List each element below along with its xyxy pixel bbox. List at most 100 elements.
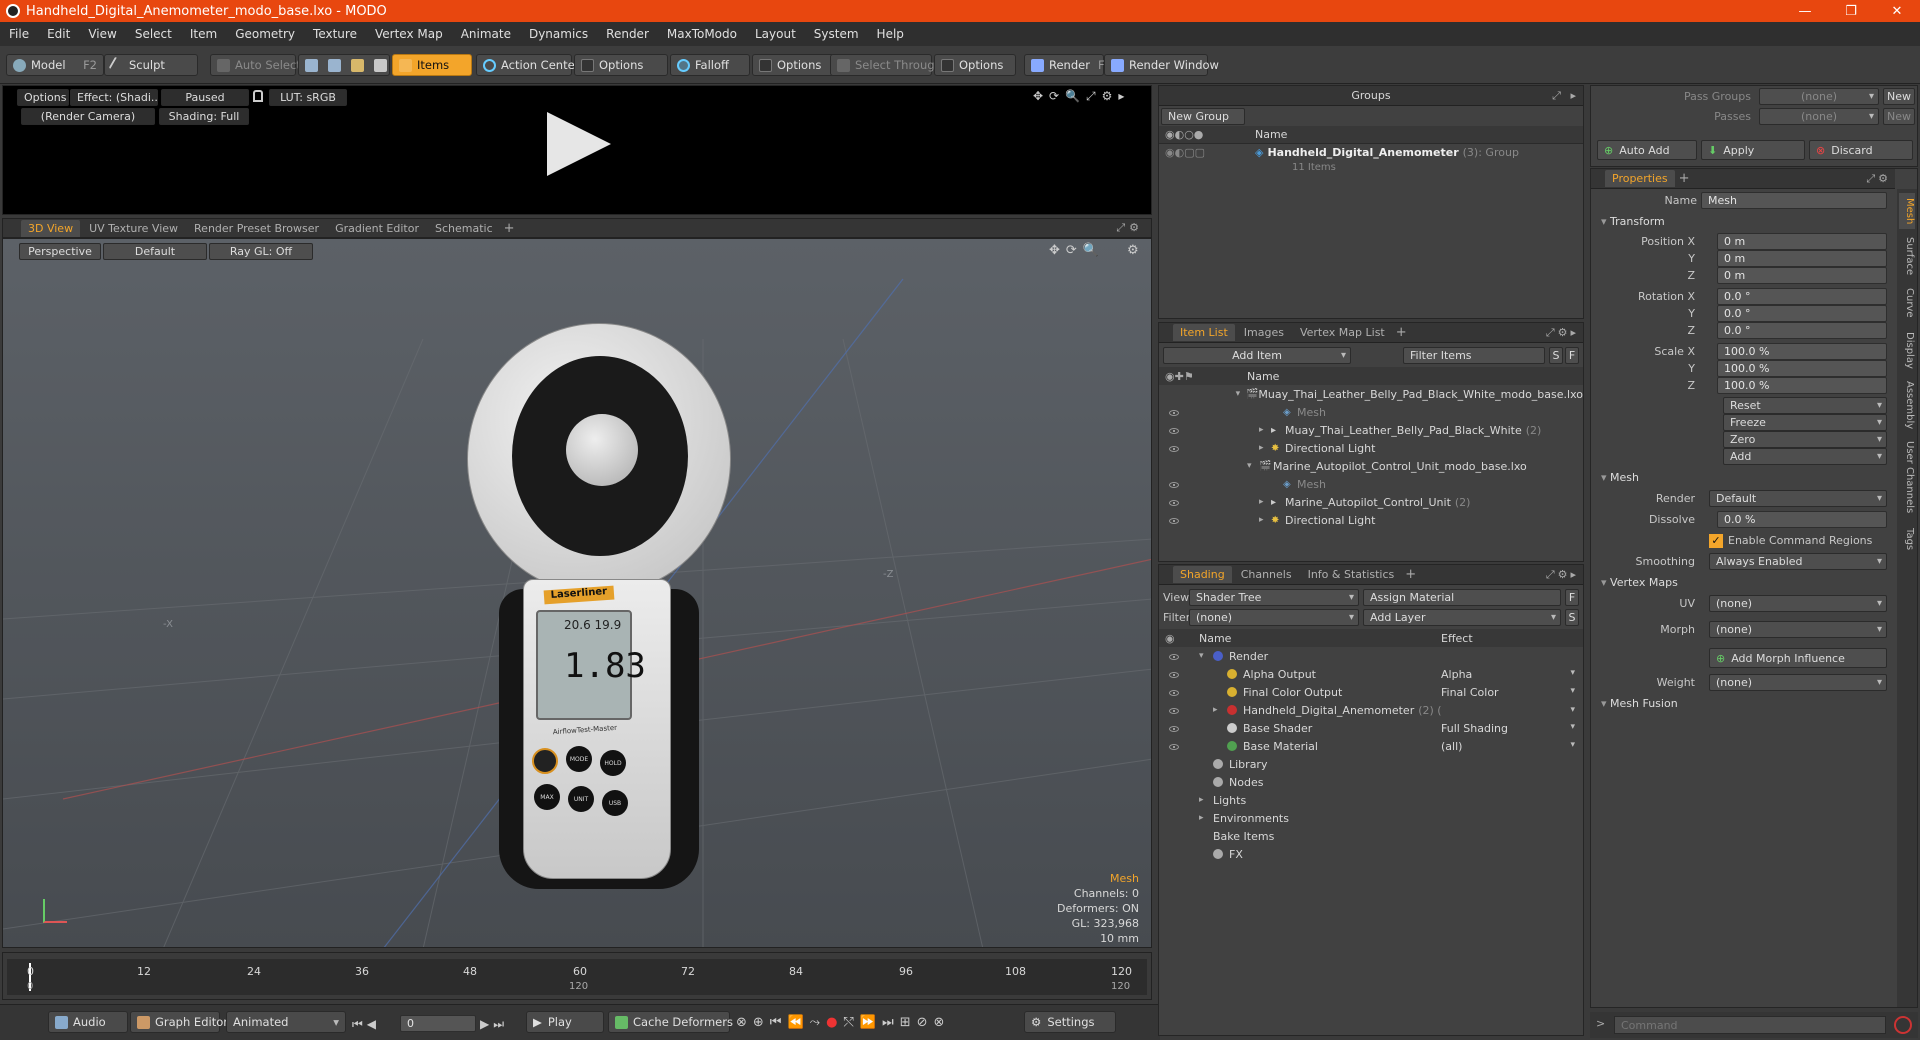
- preview-options-button[interactable]: Options: [17, 89, 69, 106]
- select-options-button[interactable]: Options: [934, 54, 1016, 76]
- shader-tree-row[interactable]: Nodes: [1159, 773, 1583, 791]
- view-dropdown[interactable]: Shader Tree: [1189, 589, 1359, 606]
- menu-view[interactable]: View: [79, 27, 125, 41]
- filter-dropdown[interactable]: (none): [1189, 609, 1359, 626]
- tab-render-preset-browser[interactable]: Render Preset Browser: [187, 220, 326, 237]
- sculpt-mode-button[interactable]: Sculpt: [104, 54, 198, 76]
- enable-command-regions-checkbox[interactable]: ✓: [1709, 534, 1723, 548]
- tab-images[interactable]: Images: [1237, 324, 1291, 341]
- item-list-row[interactable]: ▸ ▸ Marine_Autopilot_Control_Unit (2): [1159, 493, 1583, 511]
- discard-button[interactable]: ⊗ Discard: [1809, 140, 1913, 160]
- add-morph-influence-button[interactable]: ⊕ Add Morph Influence: [1709, 648, 1887, 668]
- preview-paused-button[interactable]: Paused: [161, 89, 249, 106]
- name-field[interactable]: Mesh: [1701, 192, 1887, 209]
- groups-corner-icons[interactable]: ⤢ ▸: [1552, 89, 1579, 103]
- audio-button[interactable]: Audio: [48, 1011, 128, 1033]
- materials-mode-icon[interactable]: [374, 58, 387, 72]
- uv-dropdown[interactable]: (none): [1709, 595, 1887, 612]
- effect-dropdown-icon[interactable]: ▾: [1570, 686, 1575, 699]
- tab-schematic[interactable]: Schematic: [428, 220, 500, 237]
- menu-texture[interactable]: Texture: [304, 27, 366, 41]
- expand-arrow-icon[interactable]: ▸: [1213, 705, 1227, 715]
- shader-effect[interactable]: Alpha: [1441, 668, 1472, 681]
- frame-step-forward-icons[interactable]: ▶⏭: [480, 1017, 508, 1032]
- effect-dropdown-icon[interactable]: ▾: [1570, 740, 1575, 753]
- morph-dropdown[interactable]: (none): [1709, 621, 1887, 638]
- passes-dropdown[interactable]: (none): [1759, 108, 1879, 125]
- expand-arrow-icon[interactable]: ▾: [1247, 461, 1259, 471]
- effect-dropdown-icon[interactable]: ▾: [1570, 668, 1575, 681]
- menu-geometry[interactable]: Geometry: [226, 27, 304, 41]
- side-tab-surface[interactable]: Surface: [1899, 233, 1915, 279]
- add-tab-icon[interactable]: +: [1405, 567, 1416, 582]
- apply-button[interactable]: ⬇ Apply: [1701, 140, 1805, 160]
- falloff-options-button[interactable]: Options: [752, 54, 834, 76]
- side-tab-assembly[interactable]: Assembly: [1899, 377, 1915, 433]
- visibility-eye-icon[interactable]: [1169, 409, 1179, 416]
- add-item-dropdown[interactable]: Add Item: [1163, 347, 1351, 364]
- polygons-mode-icon[interactable]: [351, 58, 364, 72]
- vertex-maps-section[interactable]: Vertex Maps: [1601, 576, 1678, 589]
- side-tab-display[interactable]: Display: [1899, 327, 1915, 373]
- viewport-settings-icon[interactable]: ⚙: [1127, 243, 1139, 258]
- pass-groups-dropdown[interactable]: (none): [1759, 88, 1879, 105]
- edges-mode-icon[interactable]: [328, 58, 341, 72]
- key-tools-icons[interactable]: ⊗⊕⏮⏪⤳●⤲⏩⏭⊞⊘⊗: [736, 1015, 950, 1030]
- items-mode-button[interactable]: Items: [392, 54, 472, 76]
- effect-dropdown-icon[interactable]: ▾: [1570, 705, 1575, 715]
- visibility-eye-icon[interactable]: [1169, 671, 1179, 678]
- item-list-row[interactable]: ▸ ✸ Directional Light: [1159, 439, 1583, 457]
- item-list-row[interactable]: ▸ ▸ Muay_Thai_Leather_Belly_Pad_Black_Whit…: [1159, 421, 1583, 439]
- shader-tree-row[interactable]: ▸ Handheld_Digital_Anemometer(2) (Item) ▾: [1159, 701, 1583, 719]
- expand-arrow-icon[interactable]: ▸: [1259, 425, 1271, 435]
- render-window-button[interactable]: Render Window: [1104, 54, 1219, 76]
- timeline-ruler[interactable]: 0 12 24 36 48 60 72 84 96 108 120 0 120 …: [7, 959, 1147, 995]
- zero-dropdown[interactable]: Zero: [1723, 431, 1887, 448]
- graph-editor-button[interactable]: Graph Editor: [130, 1011, 228, 1033]
- filter-items-input[interactable]: Filter Items: [1403, 347, 1545, 364]
- mesh-section[interactable]: Mesh: [1601, 471, 1639, 484]
- transform-section[interactable]: Transform: [1601, 215, 1665, 228]
- shader-tree-row[interactable]: Final Color Output Final Color ▾: [1159, 683, 1583, 701]
- shader-effect[interactable]: (all): [1441, 740, 1462, 753]
- auto-add-button[interactable]: ⊕ Auto Add: [1597, 140, 1697, 160]
- animated-dropdown[interactable]: Animated ▾: [226, 1011, 346, 1033]
- expand-arrow-icon[interactable]: ▸: [1259, 515, 1271, 525]
- menu-file[interactable]: File: [0, 27, 38, 41]
- expand-arrow-icon[interactable]: ▾: [1199, 651, 1213, 661]
- play-icon[interactable]: [547, 112, 611, 176]
- expand-arrow-icon[interactable]: ▸: [1259, 443, 1271, 453]
- tab-item-list[interactable]: Item List: [1173, 324, 1235, 341]
- new-pass-group-button[interactable]: New: [1883, 88, 1915, 105]
- rotation-z-field[interactable]: 0.0 °: [1717, 322, 1887, 339]
- side-tab-user-channels[interactable]: User Channels: [1899, 437, 1915, 517]
- action-center-options-button[interactable]: Options: [574, 54, 668, 76]
- model-mode-button[interactable]: Model F2: [6, 54, 104, 76]
- add-tab-icon[interactable]: +: [504, 221, 515, 236]
- position-x-field[interactable]: 0 m: [1717, 233, 1887, 250]
- shader-tree-row[interactable]: Bake Items: [1159, 827, 1583, 845]
- visibility-eye-icon[interactable]: [1169, 427, 1179, 434]
- preview-camera-dropdown[interactable]: (Render Camera): [21, 108, 155, 125]
- menu-layout[interactable]: Layout: [746, 27, 805, 41]
- mesh-fusion-section[interactable]: Mesh Fusion: [1601, 697, 1678, 710]
- shader-tree-row[interactable]: ▾ Render: [1159, 647, 1583, 665]
- action-center-button[interactable]: Action Center: [476, 54, 579, 76]
- shading-corner-icons[interactable]: ⤢⚙▸: [1546, 568, 1579, 582]
- visibility-eye-icon[interactable]: [1169, 653, 1179, 660]
- cache-deformers-button[interactable]: Cache Deformers: [608, 1011, 733, 1033]
- item-list-row[interactable]: ◈ Mesh: [1159, 475, 1583, 493]
- properties-corner-icons[interactable]: ⤢⚙: [1866, 172, 1891, 186]
- shader-tree-row[interactable]: Alpha Output Alpha ▾: [1159, 665, 1583, 683]
- tab-info-statistics[interactable]: Info & Statistics: [1301, 566, 1402, 583]
- smoothing-dropdown[interactable]: Always Enabled: [1709, 553, 1887, 570]
- expand-arrow-icon[interactable]: ▸: [1199, 795, 1213, 805]
- close-button[interactable]: ✕: [1874, 4, 1920, 19]
- falloff-button[interactable]: Falloff: [670, 54, 750, 76]
- select-through-button[interactable]: Select Through: [830, 54, 942, 76]
- visibility-eye-icon[interactable]: [1169, 743, 1179, 750]
- preview-effect-dropdown[interactable]: Effect: (Shadi...: [70, 89, 158, 106]
- visibility-eye-icon[interactable]: [1169, 481, 1179, 488]
- frame-step-back-icons[interactable]: ⏮◀: [352, 1017, 380, 1032]
- command-input[interactable]: [1614, 1016, 1886, 1034]
